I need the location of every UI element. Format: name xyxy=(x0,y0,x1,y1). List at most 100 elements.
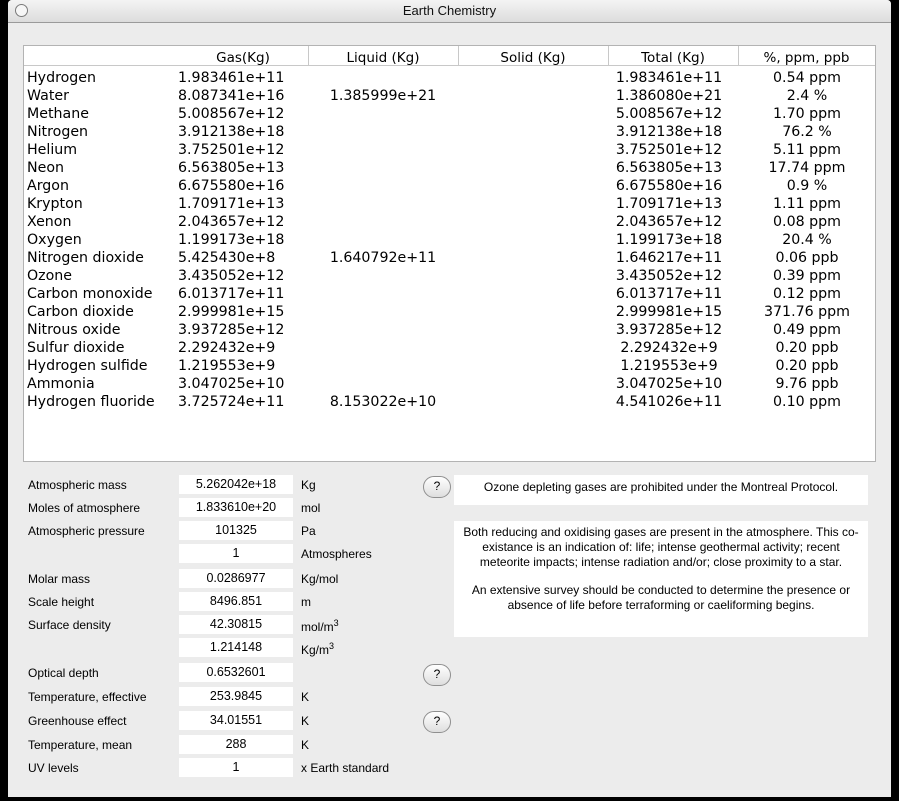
table-row[interactable]: Ammonia 3.047025e+10 3.047025e+10 9.76 ppb xyxy=(24,376,875,394)
property-greenhouse: Greenhouse effect 34.01551 K xyxy=(23,711,453,731)
title-bar[interactable]: Earth Chemistry xyxy=(8,0,891,23)
analysis-message: Both reducing and oxidising gases are pr… xyxy=(454,521,868,637)
pressure-atm-field[interactable]: 1 xyxy=(179,544,293,563)
gas-name-cell: Nitrous oxide xyxy=(27,322,121,338)
property-unit: Kg/m3 xyxy=(301,641,335,657)
property-label: Surface density xyxy=(28,618,111,632)
property-unit: mol xyxy=(301,501,321,515)
property-label: Scale height xyxy=(28,595,95,609)
gas-mass-cell: 6.675580e+16 xyxy=(178,178,285,194)
table-row[interactable]: Hydrogen fluoride 3.725724e+11 8.153022e+1… xyxy=(24,394,875,412)
property-unit: Atmospheres xyxy=(301,547,372,561)
total-mass-cell: 2.999981e+15 xyxy=(615,304,723,320)
column-header-liquid[interactable]: Liquid (Kg) xyxy=(308,50,458,66)
concentration-cell: 76.2 % xyxy=(782,124,832,140)
table-row[interactable]: Oxygen 1.199173e+18 1.199173e+18 20.4 % xyxy=(24,232,875,250)
table-row[interactable]: Carbon monoxide 6.013717e+11 6.013717e+11 0… xyxy=(24,286,875,304)
greenhouse-help-button[interactable]: ? xyxy=(423,711,451,733)
greenhouse-field[interactable]: 34.01551 xyxy=(179,711,293,730)
column-header-solid[interactable]: Solid (Kg) xyxy=(458,50,608,66)
total-mass-cell: 1.709171e+13 xyxy=(615,196,723,212)
molar-mass-field[interactable]: 0.0286977 xyxy=(179,569,293,588)
concentration-cell: 20.4 % xyxy=(782,232,832,248)
concentration-cell: 371.76 ppm xyxy=(764,304,850,320)
temp-mean-field[interactable]: 288 xyxy=(179,735,293,754)
gas-name-cell: Nitrogen dioxide xyxy=(27,250,144,266)
atmospheric-mass-field[interactable]: 5.262042e+18 xyxy=(179,475,293,494)
total-mass-cell: 1.646217e+11 xyxy=(615,250,723,266)
scale-height-field[interactable]: 8496.851 xyxy=(179,592,293,611)
pressure-field[interactable]: 101325 xyxy=(179,521,293,540)
temp-effective-field[interactable]: 253.9845 xyxy=(179,687,293,706)
concentration-cell: 0.10 ppm xyxy=(773,394,841,410)
column-header-percent[interactable]: %, ppm, ppb xyxy=(738,50,875,66)
table-row[interactable]: Ozone 3.435052e+12 3.435052e+12 0.39 ppm xyxy=(24,268,875,286)
gas-mass-cell: 5.425430e+8 xyxy=(178,250,276,266)
atmospheric-mass-help-button[interactable]: ? xyxy=(423,476,451,498)
property-label: Atmospheric pressure xyxy=(28,524,145,538)
table-row[interactable]: Nitrous oxide 3.937285e+12 3.937285e+12 0.4… xyxy=(24,322,875,340)
property-label: Atmospheric mass xyxy=(28,478,127,492)
moles-field[interactable]: 1.833610e+20 xyxy=(179,498,293,517)
concentration-cell: 9.76 ppb xyxy=(775,376,839,392)
total-mass-cell: 6.563805e+13 xyxy=(615,160,723,176)
gas-mass-cell: 8.087341e+16 xyxy=(178,88,285,104)
surface-density-field[interactable]: 42.30815 xyxy=(179,615,293,634)
table-row[interactable]: Methane 5.008567e+12 5.008567e+12 1.70 ppm xyxy=(24,106,875,124)
total-mass-cell: 6.013717e+11 xyxy=(615,286,723,302)
gas-mass-cell: 5.008567e+12 xyxy=(178,106,285,122)
table-row[interactable]: Neon 6.563805e+13 6.563805e+13 17.74 ppm xyxy=(24,160,875,178)
table-header: Gas(Kg) Liquid (Kg) Solid (Kg) Total (Kg… xyxy=(24,46,875,66)
property-unit: mol/m3 xyxy=(301,618,339,634)
gas-name-cell: Oxygen xyxy=(27,232,82,248)
optical-depth-field[interactable]: 0.6532601 xyxy=(179,663,293,682)
column-header-gas[interactable]: Gas(Kg) xyxy=(178,50,308,66)
gas-name-cell: Sulfur dioxide xyxy=(27,340,125,356)
table-row[interactable]: Sulfur dioxide 2.292432e+9 2.292432e+9 0.20… xyxy=(24,340,875,358)
gas-mass-cell: 3.725724e+11 xyxy=(178,394,285,410)
surface-density-kg-field[interactable]: 1.214148 xyxy=(179,638,293,657)
table-row[interactable]: Hydrogen 1.983461e+11 1.983461e+11 0.54 ppm xyxy=(24,70,875,88)
uv-levels-field[interactable]: 1 xyxy=(179,758,293,777)
optical-depth-help-button[interactable]: ? xyxy=(423,664,451,686)
gas-mass-cell: 2.292432e+9 xyxy=(178,340,276,356)
total-mass-cell: 4.541026e+11 xyxy=(615,394,723,410)
gas-mass-cell: 1.219553e+9 xyxy=(178,358,276,374)
property-moles: Moles of atmosphere 1.833610e+20 mol xyxy=(23,498,453,518)
property-pressure-atm: 1 Atmospheres xyxy=(23,544,453,564)
table-row[interactable]: Xenon 2.043657e+12 2.043657e+12 0.08 ppm xyxy=(24,214,875,232)
table-row[interactable]: Argon 6.675580e+16 6.675580e+16 0.9 % xyxy=(24,178,875,196)
table-row[interactable]: Hydrogen sulfide 1.219553e+9 1.219553e+9 0.… xyxy=(24,358,875,376)
concentration-cell: 0.49 ppm xyxy=(773,322,841,338)
table-row[interactable]: Carbon dioxide 2.999981e+15 2.999981e+15 37… xyxy=(24,304,875,322)
concentration-cell: 0.20 ppb xyxy=(775,358,839,374)
property-label: Temperature, effective xyxy=(28,690,147,704)
table-row[interactable]: Nitrogen 3.912138e+18 3.912138e+18 76.2 % xyxy=(24,124,875,142)
concentration-cell: 0.39 ppm xyxy=(773,268,841,284)
concentration-cell: 1.11 ppm xyxy=(773,196,841,212)
gas-name-cell: Carbon monoxide xyxy=(27,286,153,302)
earth-chemistry-window: Earth Chemistry Gas(Kg) Liquid (Kg) Soli… xyxy=(8,0,891,797)
table-row[interactable]: Water 8.087341e+16 1.385999e+21 1.386080e+2… xyxy=(24,88,875,106)
property-label: Optical depth xyxy=(28,666,99,680)
gas-mass-cell: 6.563805e+13 xyxy=(178,160,285,176)
table-row[interactable]: Nitrogen dioxide 5.425430e+8 1.640792e+11 1… xyxy=(24,250,875,268)
table-rows: Hydrogen 1.983461e+11 1.983461e+11 0.54 ppm… xyxy=(24,70,875,412)
table-row[interactable]: Krypton 1.709171e+13 1.709171e+13 1.11 ppm xyxy=(24,196,875,214)
gas-name-cell: Xenon xyxy=(27,214,72,230)
survey-message-text: An extensive survey should be conducted … xyxy=(471,583,851,612)
table-row[interactable]: Helium 3.752501e+12 3.752501e+12 5.11 ppm xyxy=(24,142,875,160)
liquid-mass-cell: 1.640792e+11 xyxy=(329,250,437,266)
property-temp-mean: Temperature, mean 288 K xyxy=(23,735,453,755)
window-title: Earth Chemistry xyxy=(402,3,497,18)
ozone-message-text: Ozone depleting gases are prohibited und… xyxy=(483,480,839,494)
column-header-total[interactable]: Total (Kg) xyxy=(608,50,738,66)
total-mass-cell: 1.199173e+18 xyxy=(615,232,723,248)
gas-name-cell: Hydrogen fluoride xyxy=(27,394,155,410)
property-label: UV levels xyxy=(28,761,79,775)
gas-mass-cell: 3.937285e+12 xyxy=(178,322,285,338)
property-unit: K xyxy=(301,690,310,704)
gas-mass-cell: 6.013717e+11 xyxy=(178,286,285,302)
gas-name-cell: Krypton xyxy=(27,196,83,212)
property-unit: Kg xyxy=(301,478,316,492)
